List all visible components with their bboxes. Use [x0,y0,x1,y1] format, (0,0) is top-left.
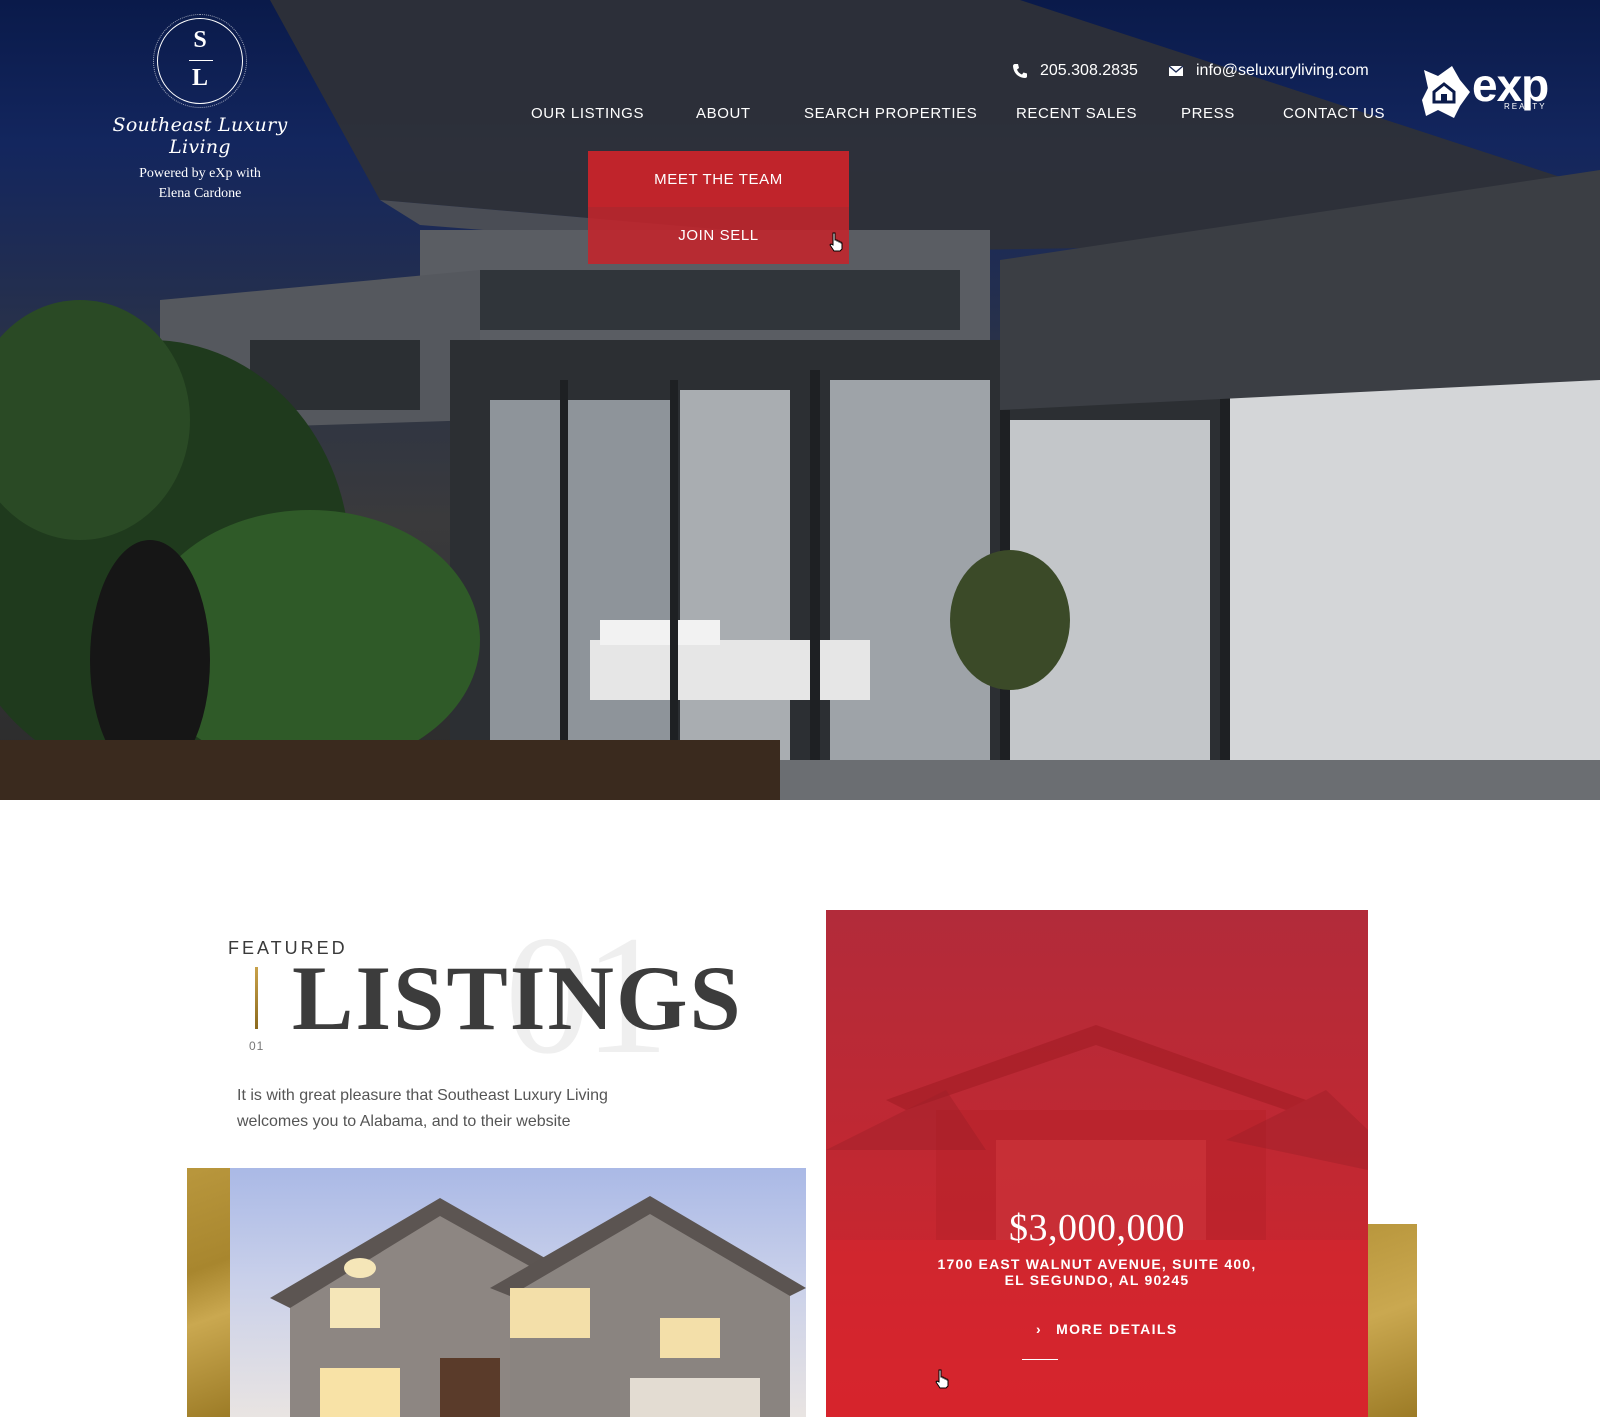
phone-number: 205.308.2835 [1040,62,1138,79]
nav-search-properties[interactable]: SEARCH PROPERTIES [804,105,977,122]
hand-cursor-icon [829,232,843,252]
listing-price: $3,000,000 [1009,1207,1185,1249]
exp-realty-logo[interactable]: exp REALTY [1420,59,1560,120]
featured-listing-card[interactable] [826,910,1368,1417]
gold-decor-right [1367,1224,1417,1417]
house-illustration [270,1196,806,1417]
section-title: LISTINGS [292,947,743,1049]
monogram-s: S [193,27,207,53]
monogram-l: L [191,65,208,91]
mail-icon [1168,65,1184,76]
hand-cursor-icon [935,1369,949,1389]
monogram-seal: S L [153,14,247,108]
exp-sub-wordmark: REALTY [1504,102,1547,111]
listing-card-image [826,1025,1368,1417]
logo-subtitle: Powered by eXp with Elena Cardone [100,164,300,204]
dropdown-meet-the-team[interactable]: MEET THE TEAM [588,151,849,207]
site-logo[interactable]: S L Southeast Luxury Living Powered by e… [100,14,300,204]
more-details-link[interactable]: › MORE DETAILS [1036,1321,1178,1337]
section-index: 01 [249,1039,265,1053]
nav-recent-sales[interactable]: RECENT SALES [1016,105,1137,122]
nav-our-listings[interactable]: OUR LISTINGS [531,105,644,122]
about-dropdown-menu: MEET THE TEAM JOIN SELL [588,151,849,264]
monogram-divider [189,60,213,61]
phone-icon [1013,64,1027,78]
nav-contact-us[interactable]: CONTACT US [1283,105,1385,122]
logo-subtitle-line1: Powered by eXp with [139,166,261,181]
intro-text: It is with great pleasure that Southeast… [237,1087,608,1130]
listing-address: 1700 EAST WALNUT AVENUE, SUITE 400, EL S… [826,1256,1368,1288]
dropdown-join-sell[interactable]: JOIN SELL [588,207,849,264]
email-link[interactable]: info@seluxuryliving.com [1168,62,1369,80]
nav-about[interactable]: ABOUT [696,105,751,122]
nav-press[interactable]: PRESS [1181,105,1235,122]
hero-banner: S L Southeast Luxury Living Powered by e… [0,0,1600,800]
listing-house-photo[interactable] [230,1168,806,1417]
listing-address-line1: 1700 EAST WALNUT AVENUE, SUITE 400, [937,1256,1257,1272]
email-address: info@seluxuryliving.com [1196,62,1369,79]
more-details-label: MORE DETAILS [1056,1321,1178,1337]
gold-decor-left [187,1168,231,1417]
gold-accent-line [255,967,258,1029]
phone-link[interactable]: 205.308.2835 [1012,62,1138,80]
logo-script-name: Southeast Luxury Living [112,114,288,158]
chevron-right-icon: › [1036,1321,1043,1337]
more-details-underline [1022,1359,1058,1360]
logo-subtitle-line2: Elena Cardone [158,186,242,201]
listing-address-line2: EL SEGUNDO, AL 90245 [1004,1272,1190,1288]
